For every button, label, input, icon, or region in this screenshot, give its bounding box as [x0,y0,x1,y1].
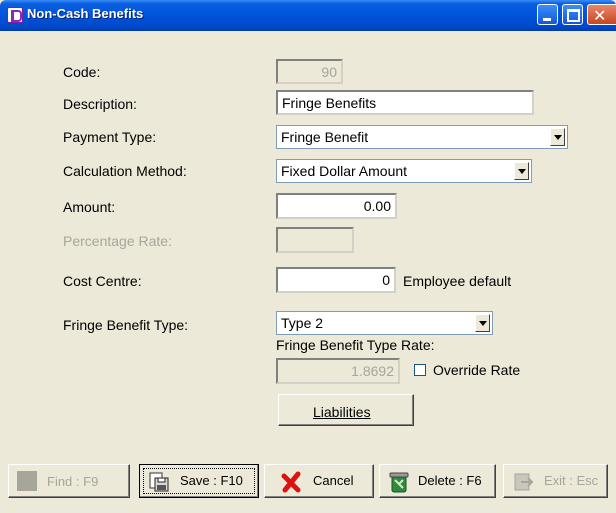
save-button-label: Save : F10 [180,473,243,488]
find-icon [17,471,37,491]
save-icon [149,472,169,492]
code-field: 90 [276,59,343,84]
fringe-benefit-type-rate-label: Fringe Benefit Type Rate: [276,337,435,353]
minimize-button[interactable] [537,4,558,25]
percentage-rate-field [276,227,354,253]
description-field[interactable]: Fringe Benefits [276,90,534,115]
close-button[interactable]: ✕ [587,4,616,25]
non-cash-benefits-window: Non-Cash Benefits ✕ Code: 90 Description… [0,0,616,513]
cancel-icon [281,471,301,493]
chevron-down-icon[interactable] [514,162,529,180]
payment-type-select[interactable]: Fringe Benefit [276,125,568,149]
exit-icon [514,473,534,491]
code-label: Code: [63,64,101,80]
chevron-down-icon[interactable] [475,314,490,332]
maximize-icon [567,9,580,22]
payment-type-label: Payment Type: [63,129,157,145]
close-icon: ✕ [593,6,607,25]
override-rate-label[interactable]: Override Rate [433,362,520,378]
exit-button[interactable]: Exit : Esc [503,464,608,498]
override-rate-checkbox[interactable] [414,364,426,376]
save-button[interactable]: Save : F10 [139,464,259,498]
calculation-method-select[interactable]: Fixed Dollar Amount [276,159,532,183]
amount-field[interactable]: 0.00 [276,193,397,219]
fringe-benefit-type-select[interactable]: Type 2 [276,311,493,335]
amount-label: Amount: [63,199,116,215]
calculation-method-label: Calculation Method: [63,163,187,179]
maximize-button[interactable] [562,4,583,25]
find-button[interactable]: Find : F9 [8,464,130,498]
cancel-button-label: Cancel [313,473,354,488]
cost-centre-label: Cost Centre: [63,273,142,289]
fringe-benefit-type-value: Type 2 [281,315,324,331]
find-button-label: Find : F9 [47,474,99,489]
delete-button[interactable]: Delete : F6 [379,464,496,498]
cost-centre-note: Employee default [403,273,512,289]
cancel-button[interactable]: Cancel [264,464,374,498]
liabilities-button-label: Liabilities [313,404,371,420]
fringe-benefit-type-label: Fringe Benefit Type: [63,317,189,333]
description-label: Description: [63,96,137,112]
title-bar[interactable]: Non-Cash Benefits ✕ [0,0,616,31]
payment-type-value: Fringe Benefit [281,129,369,145]
liabilities-button[interactable]: Liabilities [278,394,414,426]
chevron-down-icon[interactable] [550,128,565,146]
minimize-icon [543,18,551,21]
exit-button-label: Exit : Esc [544,473,599,488]
delete-button-label: Delete : F6 [418,473,482,488]
window-title: Non-Cash Benefits [27,6,144,21]
cost-centre-field[interactable]: 0 [276,267,396,293]
app-icon[interactable] [7,7,23,23]
calculation-method-value: Fixed Dollar Amount [281,163,408,179]
percentage-rate-label: Percentage Rate: [63,233,172,249]
delete-icon [389,472,409,493]
fringe-benefit-type-rate-field: 1.8692 [276,358,400,384]
